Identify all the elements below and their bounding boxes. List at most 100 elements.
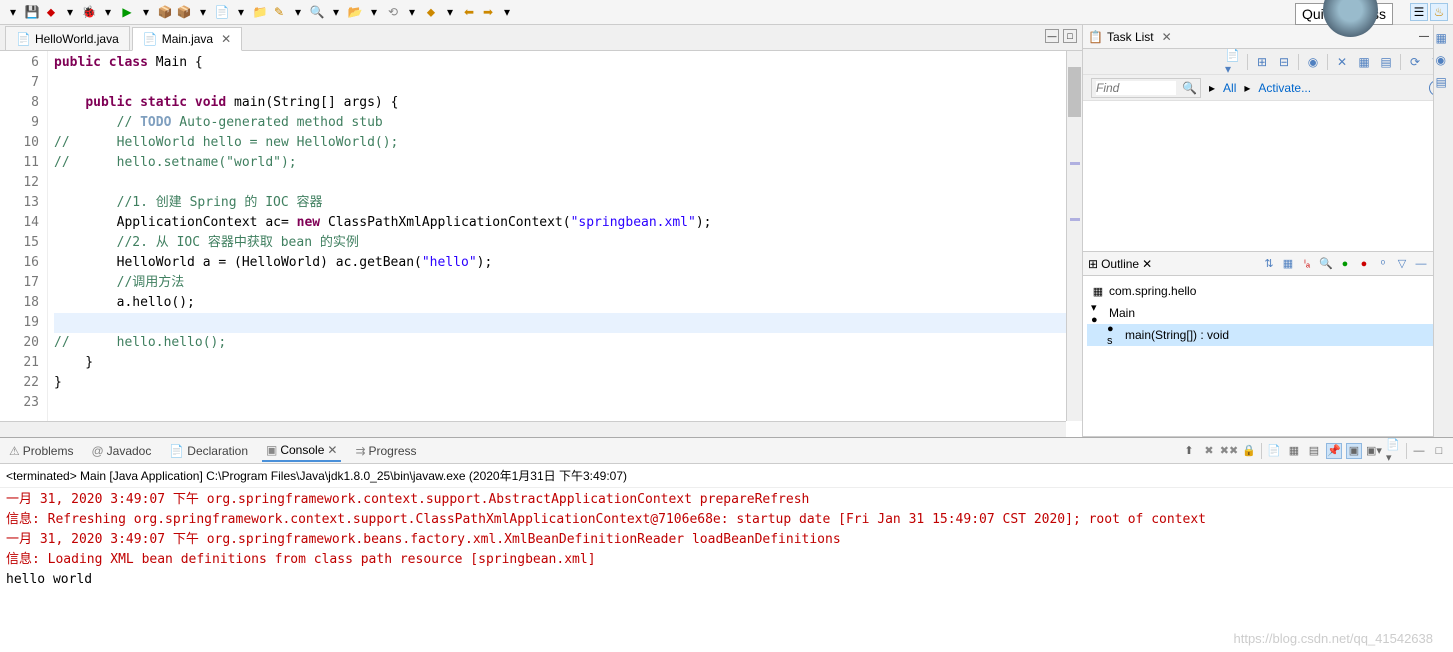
java-perspective-icon[interactable]: ♨ [1430, 3, 1448, 21]
toolbar-icon[interactable]: 📦 [176, 4, 192, 20]
toolbar-icon[interactable]: 📦 [157, 4, 173, 20]
close-icon[interactable]: ✕ [1142, 257, 1152, 271]
new-icon[interactable]: 📄 [214, 4, 230, 20]
bottom-tab-console[interactable]: ▣Console ✕ [262, 440, 341, 462]
code-line[interactable] [54, 73, 1082, 93]
task-icon[interactable]: ⊟ [1276, 54, 1292, 70]
search-icon[interactable]: 🔍 [1182, 81, 1197, 95]
remove-all-icon[interactable]: ✖✖ [1221, 443, 1237, 459]
toolbar-icon[interactable]: ▾ [233, 4, 249, 20]
maximize-icon[interactable]: □ [1063, 29, 1077, 43]
code-line[interactable]: //调用方法 [54, 273, 1082, 293]
toolbar-icon[interactable]: ✎ [271, 4, 287, 20]
horizontal-scrollbar[interactable] [0, 421, 1066, 437]
minimize-icon[interactable]: ― [1045, 29, 1059, 43]
task-icon[interactable]: ◉ [1305, 54, 1321, 70]
outline-tree[interactable]: ▦com.spring.hello▾ ●Main● smain(String[]… [1083, 276, 1453, 436]
outline-tool-icon[interactable]: ● [1356, 256, 1372, 272]
remove-icon[interactable]: ✖ [1201, 443, 1217, 459]
task-icon[interactable]: ▦ [1356, 54, 1372, 70]
editor-tab[interactable]: 📄HelloWorld.java [5, 26, 130, 50]
console-tool-icon[interactable]: ⬆ [1181, 443, 1197, 459]
console-tool-icon[interactable]: ▣ [1346, 443, 1362, 459]
outline-item[interactable]: ▦com.spring.hello [1087, 280, 1449, 302]
console-tool-icon[interactable]: ▤ [1306, 443, 1322, 459]
toolbar-icon[interactable]: ▾ [442, 4, 458, 20]
close-icon[interactable]: ✕ [327, 443, 337, 457]
debug-icon[interactable]: 🐞 [81, 4, 97, 20]
console-tool-icon[interactable]: ▦ [1286, 443, 1302, 459]
run-icon[interactable]: ▶ [119, 4, 135, 20]
console-tool-icon[interactable]: ▣▾ [1366, 443, 1382, 459]
task-icon[interactable]: ▤ [1378, 54, 1394, 70]
toolbar-icon[interactable]: ▾ [499, 4, 515, 20]
strip-icon[interactable]: ▤ [1436, 75, 1452, 91]
toolbar-icon[interactable]: ⬥ [423, 4, 439, 20]
pin-icon[interactable]: 📌 [1326, 443, 1342, 459]
code-line[interactable]: a.hello(); [54, 293, 1082, 313]
code-line[interactable]: // hello.hello(); [54, 333, 1082, 353]
toolbar-icon[interactable]: ▾ [100, 4, 116, 20]
save-icon[interactable]: 💾 [24, 4, 40, 20]
activate-link[interactable]: Activate... [1258, 81, 1311, 95]
outline-tool-icon[interactable]: ᵒ [1375, 256, 1391, 272]
code-line[interactable]: //1. 创建 Spring 的 IOC 容器 [54, 193, 1082, 213]
toolbar-icon[interactable]: ▾ [62, 4, 78, 20]
toolbar-icon[interactable]: ▾ [290, 4, 306, 20]
bottom-tab-javadoc[interactable]: @Javadoc [87, 440, 155, 462]
code-line[interactable]: // hello.setname("world"); [54, 153, 1082, 173]
toolbar-icon[interactable]: 📁 [252, 4, 268, 20]
outline-tool-icon[interactable]: ⇅ [1261, 256, 1277, 272]
sync-icon[interactable]: ⟳ [1407, 54, 1423, 70]
code-line[interactable] [54, 313, 1082, 333]
code-line[interactable] [54, 393, 1082, 413]
console-tool-icon[interactable]: 🔒 [1241, 443, 1257, 459]
code-line[interactable]: public class Main { [54, 53, 1082, 73]
all-link[interactable]: All [1223, 81, 1236, 95]
chevron-right-icon[interactable]: ▸ [1209, 81, 1215, 95]
outline-item[interactable]: ● smain(String[]) : void [1087, 324, 1449, 346]
outline-tool-icon[interactable]: ⁱₐ [1299, 256, 1315, 272]
strip-icon[interactable]: ◉ [1436, 53, 1452, 69]
toolbar-icon[interactable]: ⬥ [43, 4, 59, 20]
search-icon[interactable]: 🔍 [309, 4, 325, 20]
strip-icon[interactable]: ▦ [1436, 31, 1452, 47]
outline-tool-icon[interactable]: 🔍 [1318, 256, 1334, 272]
bottom-tab-progress[interactable]: ⇉Progress [351, 440, 420, 462]
console-tool-icon[interactable]: 📄 [1266, 443, 1282, 459]
back-icon[interactable]: ⬅ [461, 4, 477, 20]
console-tool-icon[interactable]: 📄▾ [1386, 443, 1402, 459]
close-icon[interactable]: ✕ [1162, 30, 1172, 44]
toolbar-icon[interactable]: ▾ [5, 4, 21, 20]
minimize-icon[interactable]: ― [1411, 443, 1427, 459]
code-line[interactable]: } [54, 373, 1082, 393]
outline-tool-icon[interactable]: ▦ [1280, 256, 1296, 272]
code-line[interactable]: // HelloWorld hello = new HelloWorld(); [54, 133, 1082, 153]
toolbar-icon[interactable]: ▾ [195, 4, 211, 20]
console-output[interactable]: 一月 31, 2020 3:49:07 下午 org.springframewo… [0, 488, 1453, 652]
bottom-tab-declaration[interactable]: 📄Declaration [165, 440, 252, 462]
task-icon[interactable]: ⊞ [1254, 54, 1270, 70]
forward-icon[interactable]: ➡ [480, 4, 496, 20]
toolbar-icon[interactable]: ▾ [404, 4, 420, 20]
maximize-icon[interactable]: □ [1431, 443, 1447, 459]
find-input[interactable]: 🔍 [1091, 78, 1201, 98]
code-line[interactable]: //2. 从 IOC 容器中获取 bean 的实例 [54, 233, 1082, 253]
task-icon[interactable]: ✕ [1334, 54, 1350, 70]
minimize-icon[interactable]: ― [1413, 256, 1429, 272]
minimize-icon[interactable]: ― [1417, 30, 1431, 44]
code-line[interactable]: ApplicationContext ac= new ClassPathXmlA… [54, 213, 1082, 233]
toolbar-icon[interactable]: ▾ [138, 4, 154, 20]
code-line[interactable]: // TODO Auto-generated method stub [54, 113, 1082, 133]
toolbar-icon[interactable]: ⟲ [385, 4, 401, 20]
code-line[interactable]: HelloWorld a = (HelloWorld) ac.getBean("… [54, 253, 1082, 273]
chevron-right-icon[interactable]: ▸ [1244, 81, 1250, 95]
code-line[interactable] [54, 173, 1082, 193]
toolbar-icon[interactable]: ▾ [366, 4, 382, 20]
perspective-icon[interactable]: ☰ [1410, 3, 1428, 21]
code-line[interactable]: } [54, 353, 1082, 373]
code-line[interactable]: public static void main(String[] args) { [54, 93, 1082, 113]
code-editor[interactable]: 67891011121314151617181920212223 public … [0, 51, 1082, 437]
editor-tab[interactable]: 📄Main.java✕ [132, 27, 242, 51]
toolbar-icon[interactable]: ▾ [328, 4, 344, 20]
